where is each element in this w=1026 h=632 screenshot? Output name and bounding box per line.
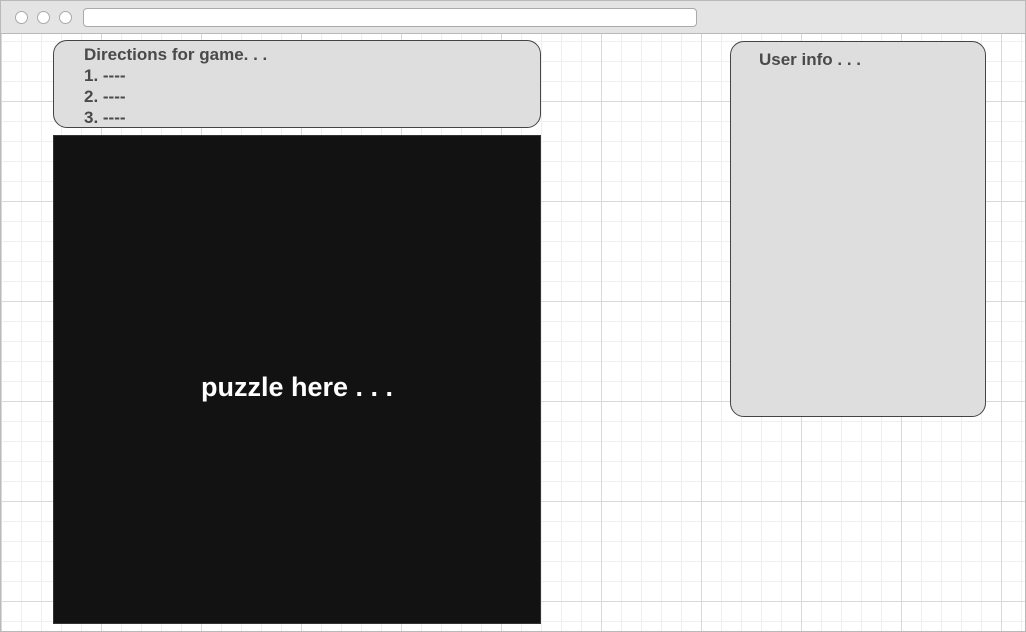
direction-step-3: 3. ---- [84,108,126,127]
address-bar[interactable] [83,8,697,27]
minimize-window-icon[interactable] [37,11,50,24]
direction-step-1: 1. ---- [84,66,126,85]
puzzle-area[interactable]: puzzle here . . . [53,135,541,624]
browser-titlebar [1,1,1025,34]
close-window-icon[interactable] [15,11,28,24]
direction-step-2: 2. ---- [84,87,126,106]
directions-panel: Directions for game. . . 1. ---- 2. ----… [53,40,541,128]
user-info-title: User info . . . [759,50,862,69]
user-info-panel: User info . . . [730,41,986,417]
directions-title: Directions for game. . . [84,45,268,64]
puzzle-placeholder-label: puzzle here . . . [200,372,394,402]
maximize-window-icon[interactable] [59,11,72,24]
